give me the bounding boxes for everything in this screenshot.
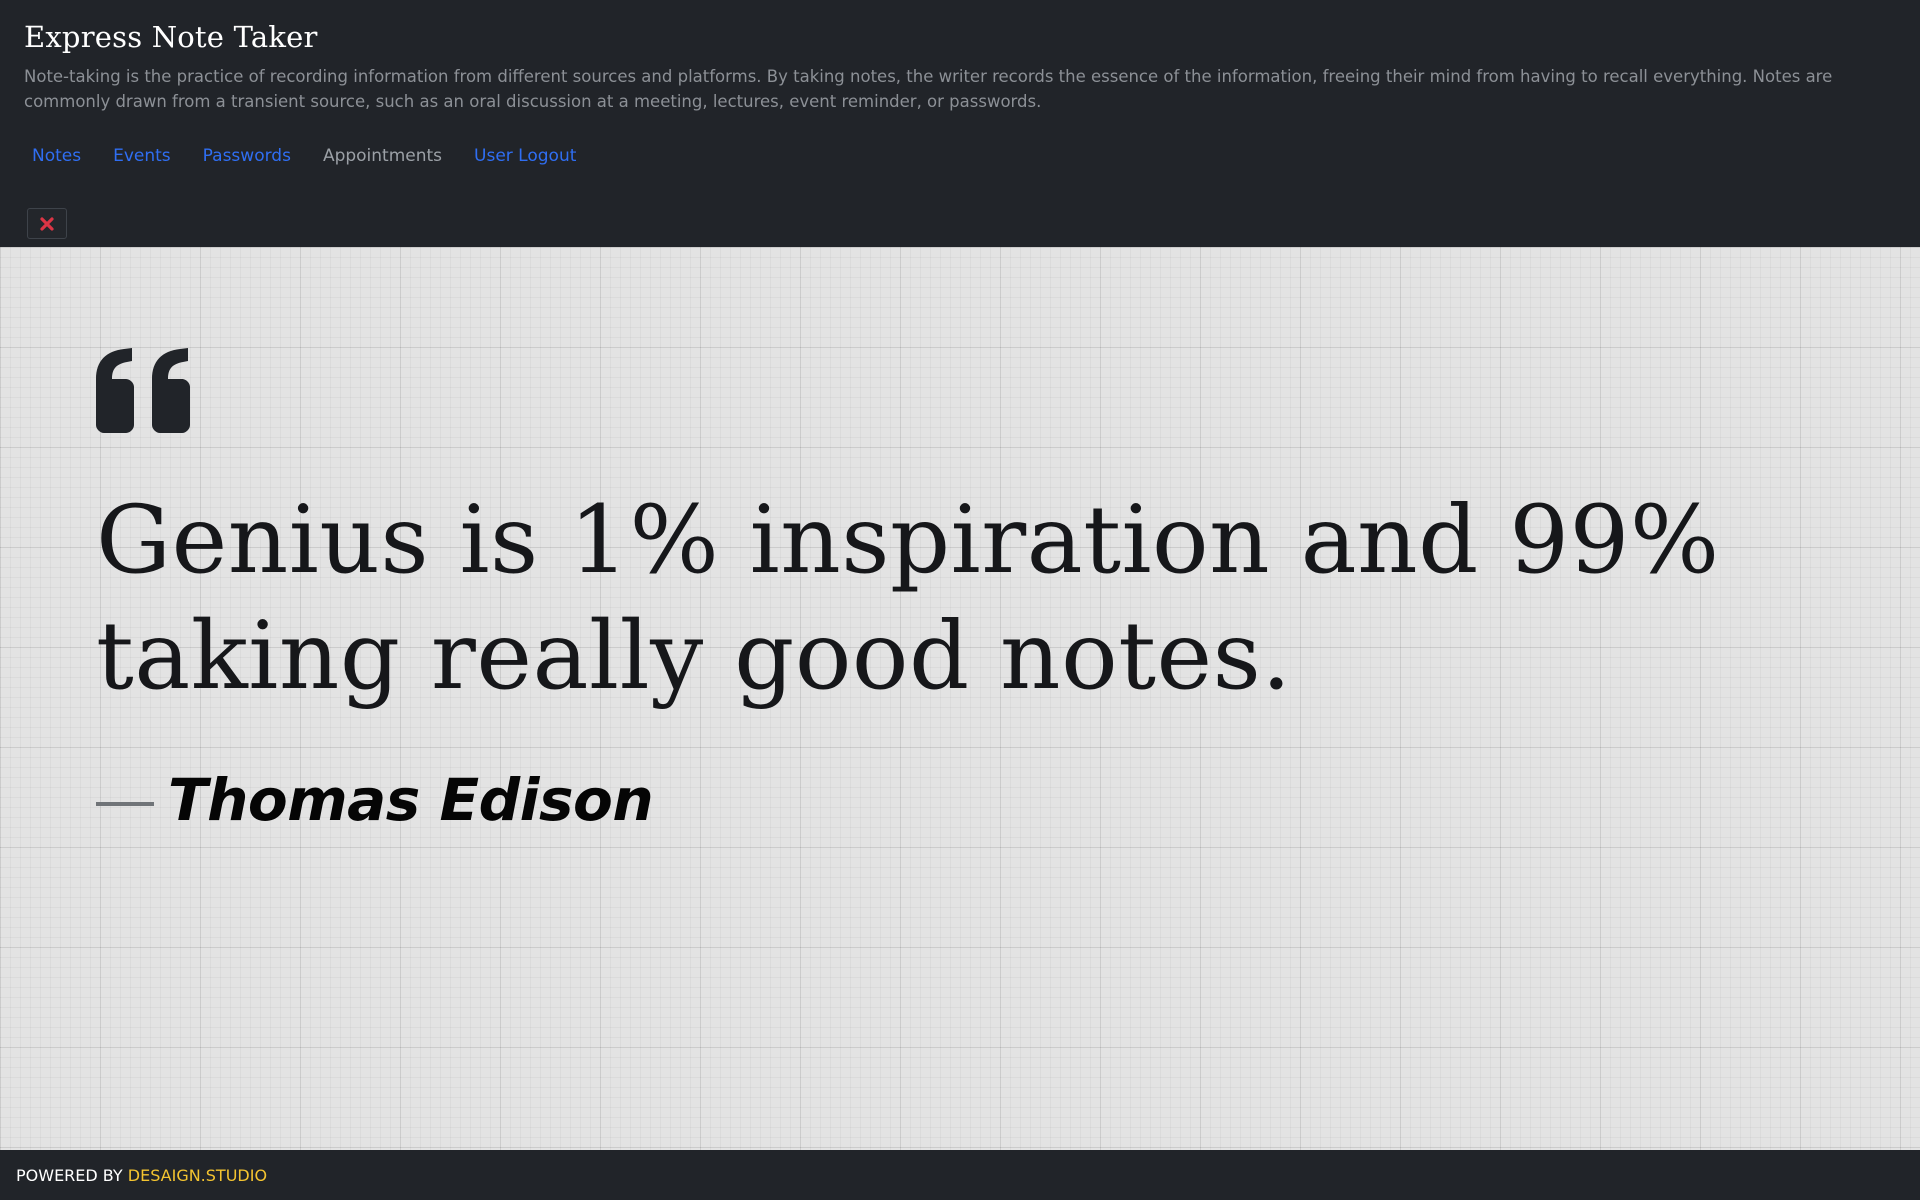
nav-link-user-logout[interactable]: User Logout: [458, 144, 592, 168]
app-description: Note-taking is the practice of recording…: [24, 67, 1833, 111]
footer-credit: POWERED BY DESAIGN.STUDIO: [16, 1166, 267, 1185]
quote-icon: [96, 348, 190, 433]
quote-author: Thomas Edison: [96, 765, 654, 835]
footer-link[interactable]: DESAIGN.STUDIO: [128, 1166, 267, 1185]
nav-link-passwords[interactable]: Passwords: [187, 144, 307, 168]
nav-link-events[interactable]: Events: [97, 144, 187, 168]
app-title: Express Note Taker: [24, 20, 318, 54]
quote-text: Genius is 1% inspiration and 99% taking …: [96, 486, 1720, 711]
close-button[interactable]: [27, 208, 67, 239]
nav-link-notes[interactable]: Notes: [16, 144, 97, 168]
close-icon: [40, 216, 54, 231]
author-dash: [96, 802, 154, 806]
app-header: Express Note Taker Note-taking is the pr…: [0, 0, 1920, 247]
main-nav: Notes Events Passwords Appointments User…: [16, 144, 592, 168]
footer-prefix: POWERED BY: [16, 1165, 128, 1185]
page-footer: POWERED BY DESAIGN.STUDIO: [0, 1150, 1920, 1200]
nav-link-appointments[interactable]: Appointments: [307, 144, 458, 168]
author-name: Thomas Edison: [168, 766, 654, 834]
quote-section: Genius is 1% inspiration and 99% taking …: [0, 247, 1920, 1150]
